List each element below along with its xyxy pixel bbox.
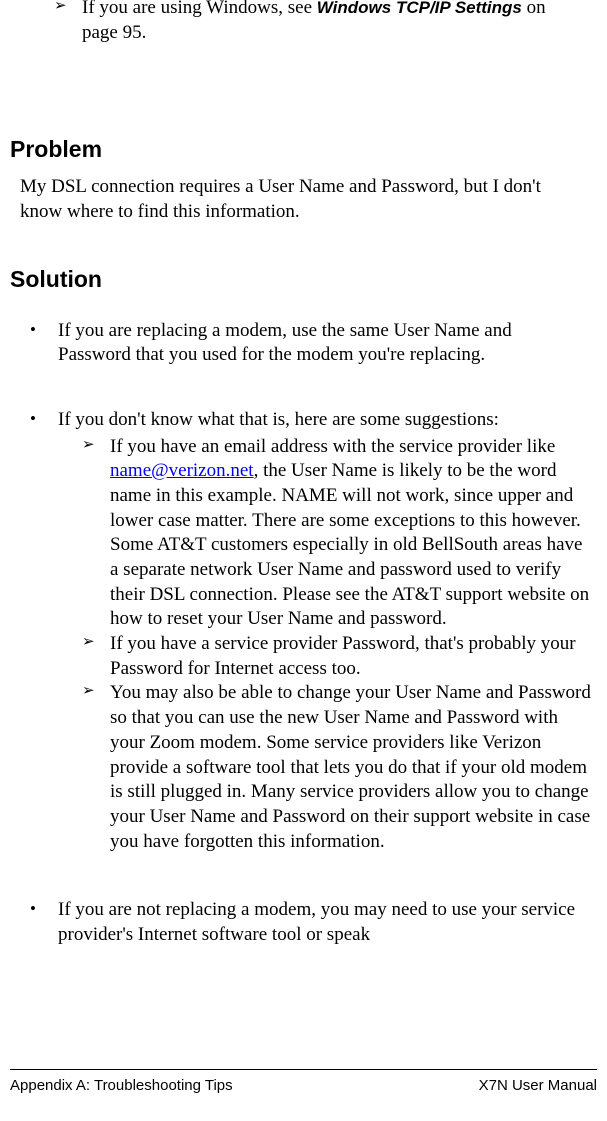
body-text: If you are not replacing a modem, you ma… — [58, 899, 575, 945]
solution-heading: Solution — [10, 265, 597, 295]
body-text: If you have a service provider Password,… — [110, 633, 576, 679]
body-text: , the User Name is likely to be the word… — [110, 460, 589, 629]
list-item: If you are using Windows, see Windows TC… — [82, 0, 597, 45]
body-text: If you are using Windows, see — [82, 0, 317, 18]
body-text: You may also be able to change your User… — [110, 682, 591, 851]
list-item: If you are replacing a modem, use the sa… — [58, 319, 597, 368]
list-item: If you have an email address with the se… — [110, 435, 597, 633]
list-item: If you are not replacing a modem, you ma… — [58, 898, 597, 947]
footer-right: X7N User Manual — [479, 1076, 597, 1096]
email-link[interactable]: name@verizon.net — [110, 460, 254, 481]
page-footer: Appendix A: Troubleshooting Tips X7N Use… — [10, 1069, 597, 1096]
body-text: If you don't know what that is, here are… — [58, 409, 499, 430]
problem-heading: Problem — [10, 135, 597, 165]
list-item: If you don't know what that is, here are… — [58, 408, 597, 433]
list-item: You may also be able to change your User… — [110, 681, 597, 854]
list-item: If you have a service provider Password,… — [110, 632, 597, 681]
body-text: If you are replacing a modem, use the sa… — [58, 320, 512, 366]
body-text: If you have an email address with the se… — [110, 436, 555, 457]
problem-text: My DSL connection requires a User Name a… — [20, 175, 587, 224]
reference-bold: Windows TCP/IP Settings — [317, 0, 522, 17]
footer-left: Appendix A: Troubleshooting Tips — [10, 1076, 233, 1096]
